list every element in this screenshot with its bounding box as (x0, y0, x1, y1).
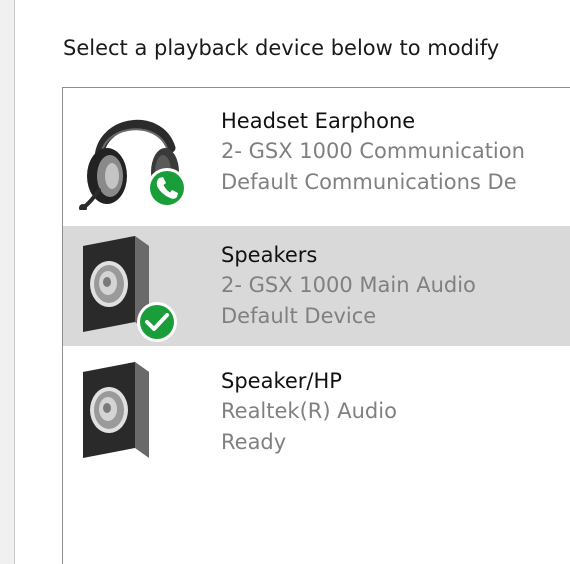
device-text-speakers: Speakers 2- GSX 1000 Main Audio Default … (221, 240, 476, 332)
sound-dialog-playback-tab: Select a playback device below to modify (0, 0, 570, 564)
device-driver: 2- GSX 1000 Main Audio (221, 273, 476, 297)
device-name: Speaker/HP (221, 369, 342, 393)
check-badge-icon (137, 302, 177, 342)
device-text-speaker-hp: Speaker/HP Realtek(R) Audio Ready (221, 366, 397, 458)
playback-instruction-text: Select a playback device below to modify (63, 36, 500, 60)
device-status: Default Device (221, 304, 377, 328)
dialog-left-edge (0, 0, 15, 564)
phone-badge-icon (147, 168, 187, 208)
headset-icon (79, 119, 187, 210)
device-row-speaker-hp[interactable]: Speaker/HP Realtek(R) Audio Ready (63, 352, 570, 472)
device-status: Ready (221, 430, 287, 454)
speaker-icon (83, 236, 177, 342)
speaker-icon (83, 362, 149, 458)
device-driver: Realtek(R) Audio (221, 399, 397, 423)
device-row-speakers[interactable]: Speakers 2- GSX 1000 Main Audio Default … (63, 226, 570, 346)
device-status: Default Communications De (221, 170, 517, 194)
device-row-headset-earphone[interactable]: Headset Earphone 2- GSX 1000 Communicati… (63, 92, 570, 212)
device-name: Headset Earphone (221, 109, 416, 133)
device-name: Speakers (221, 243, 318, 267)
playback-device-list[interactable]: Headset Earphone 2- GSX 1000 Communicati… (62, 87, 570, 564)
device-driver: 2- GSX 1000 Communication (221, 139, 525, 163)
device-text-headset: Headset Earphone 2- GSX 1000 Communicati… (221, 106, 525, 198)
